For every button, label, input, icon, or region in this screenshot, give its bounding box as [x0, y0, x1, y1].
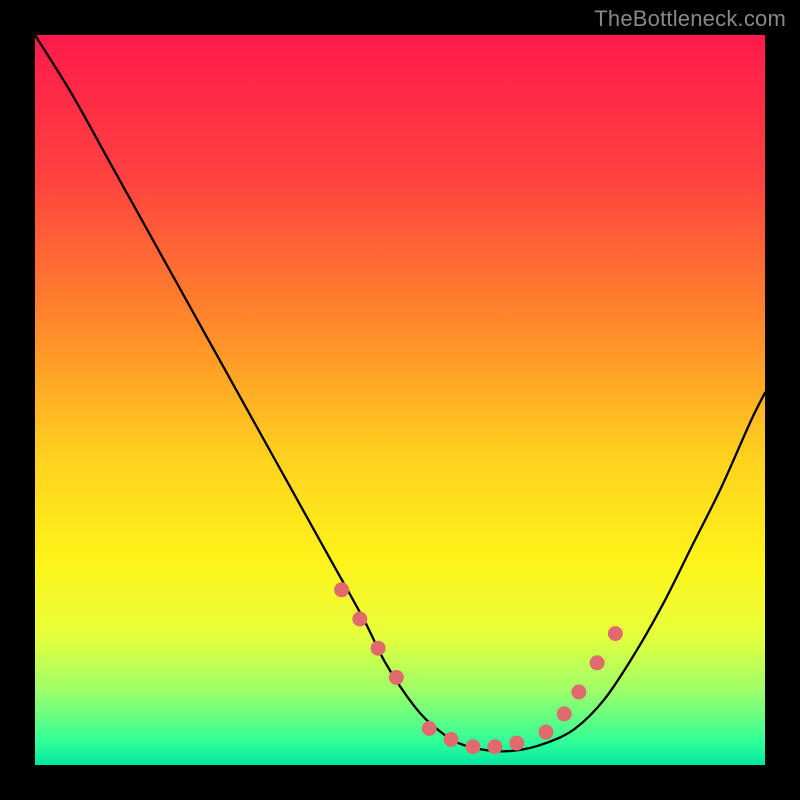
highlight-dot [389, 670, 404, 685]
highlight-dot [539, 725, 554, 740]
highlight-dot [334, 582, 349, 597]
bottleneck-curve [35, 35, 765, 751]
highlight-dot [352, 612, 367, 627]
highlight-dot [466, 739, 481, 754]
highlight-dot [509, 736, 524, 751]
highlight-dot [487, 739, 502, 754]
highlight-dot [590, 655, 605, 670]
watermark-text: TheBottleneck.com [594, 6, 786, 32]
highlight-dot [444, 732, 459, 747]
highlight-dot [557, 706, 572, 721]
plot-area [35, 35, 765, 765]
highlight-dot [422, 721, 437, 736]
chart-stage: TheBottleneck.com [0, 0, 800, 800]
highlight-dot [371, 641, 386, 656]
highlight-dot [608, 626, 623, 641]
highlight-dots [334, 582, 623, 754]
highlight-dot [571, 685, 586, 700]
curve-layer [35, 35, 765, 765]
